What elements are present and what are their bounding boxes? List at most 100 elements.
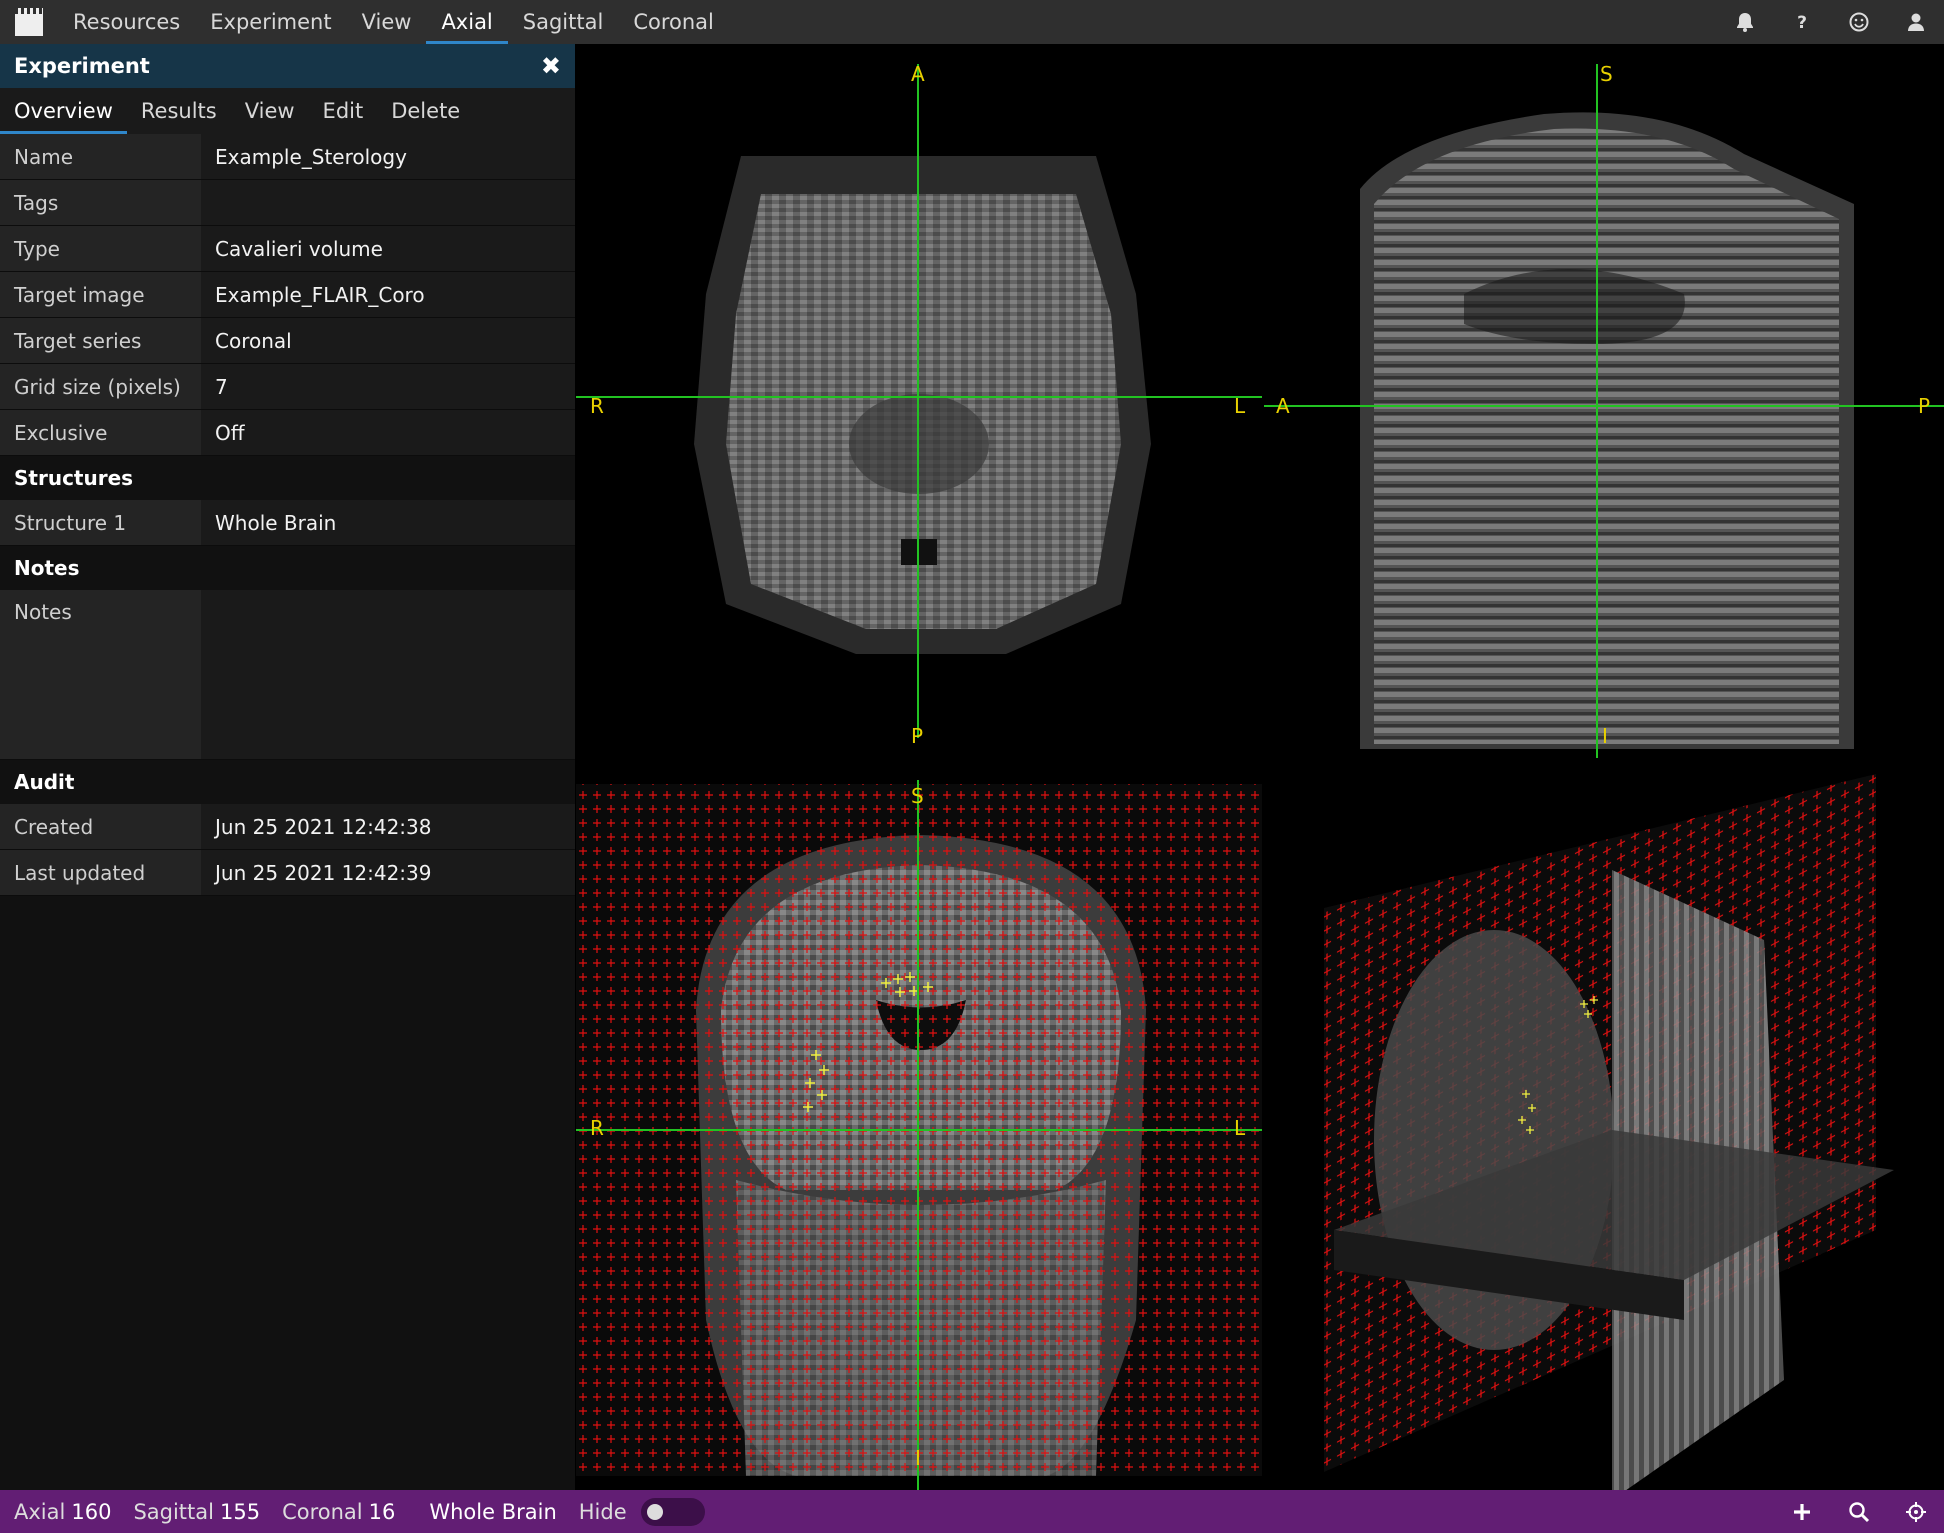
coronal-crosshair-h (576, 1129, 1262, 1131)
add-icon (1793, 1503, 1810, 1520)
panel-title: Experiment (14, 54, 150, 78)
smiley-icon (1849, 12, 1868, 32)
notes-heading: Notes (0, 546, 575, 590)
menu-view[interactable]: View (347, 0, 427, 44)
detail-row-grid-size: Grid size (pixels) 7 (0, 364, 575, 410)
detail-value: Example_FLAIR_Coro (201, 272, 575, 317)
svg-text:?: ? (1797, 13, 1807, 33)
coronal-viewport[interactable]: S I R L (576, 760, 1262, 1490)
notes-row: Notes (0, 590, 575, 760)
structures-heading: Structures (0, 456, 575, 500)
detail-label: Tags (0, 180, 201, 225)
app-logo[interactable] (0, 0, 58, 44)
hide-toggle[interactable] (640, 1497, 705, 1526)
sagittal-crosshair-v (1596, 64, 1598, 758)
audit-value: Jun 25 2021 12:42:39 (201, 850, 575, 895)
add-point-button[interactable] (1773, 1490, 1830, 1533)
tab-edit[interactable]: Edit (309, 88, 378, 134)
coronal-slice-label: Coronal (282, 1499, 363, 1524)
axial-label-left: R (590, 394, 604, 418)
help-icon: ? (1797, 13, 1807, 33)
detail-label: Target image (0, 272, 201, 317)
volume-3d-viewport[interactable] (1264, 760, 1944, 1490)
tab-results[interactable]: Results (127, 88, 231, 134)
zoom-button[interactable] (1830, 1490, 1887, 1533)
sagittal-image (1360, 112, 1854, 750)
panel-tabs: Overview Results View Edit Delete (0, 88, 575, 134)
feedback-button[interactable] (1830, 0, 1887, 44)
notes-label: Notes (0, 590, 201, 759)
audit-label: Last updated (0, 850, 201, 895)
tab-view[interactable]: View (231, 88, 309, 134)
notes-value (201, 590, 575, 759)
notifications-button[interactable] (1716, 0, 1773, 44)
detail-value: Example_Sterology (201, 134, 575, 179)
coronal-image (576, 784, 1262, 1476)
coronal-label-bottom: I (915, 1446, 921, 1470)
detail-row-target-image: Target image Example_FLAIR_Coro (0, 272, 575, 318)
menu-experiment[interactable]: Experiment (195, 0, 346, 44)
coronal-crosshair-v (917, 780, 919, 1490)
sagittal-crosshair-h (1264, 405, 1944, 407)
axial-crosshair-v (917, 64, 919, 738)
menu-resources[interactable]: Resources (58, 0, 195, 44)
structure-row[interactable]: Structure 1 Whole Brain (0, 500, 575, 546)
sagittal-slice-label: Sagittal (133, 1499, 214, 1524)
detail-label: Exclusive (0, 410, 201, 455)
current-structure[interactable]: Whole Brain (429, 1500, 556, 1524)
axial-label-top: A (911, 62, 925, 86)
sagittal-label-left: A (1276, 394, 1290, 418)
axial-crosshair-h (576, 396, 1262, 398)
help-button[interactable]: ? (1773, 0, 1830, 44)
sagittal-slice-value: 155 (219, 1499, 261, 1524)
hide-label: Hide (578, 1499, 627, 1524)
axial-slice-value: 160 (71, 1499, 112, 1524)
detail-label: Name (0, 134, 201, 179)
audit-heading: Audit (0, 760, 575, 804)
toggle-knob (646, 1503, 663, 1520)
detail-row-name: Name Example_Sterology (0, 134, 575, 180)
detail-row-type: Type Cavalieri volume (0, 226, 575, 272)
audit-label: Created (0, 804, 201, 849)
sagittal-label-right: P (1918, 394, 1931, 418)
axial-slice-label: Axial (14, 1499, 66, 1524)
close-icon[interactable]: ✖ (541, 52, 561, 80)
structure-value: Whole Brain (201, 500, 575, 545)
audit-row-created: Created Jun 25 2021 12:42:38 (0, 804, 575, 850)
sagittal-label-bottom: I (1602, 724, 1608, 748)
zoom-icon (1848, 1501, 1869, 1522)
detail-value (201, 180, 575, 225)
tab-overview[interactable]: Overview (0, 88, 127, 134)
pan-button[interactable] (1887, 1490, 1944, 1533)
axial-label-right: L (1234, 394, 1246, 418)
audit-row-updated: Last updated Jun 25 2021 12:42:39 (0, 850, 575, 896)
audit-value: Jun 25 2021 12:42:38 (201, 804, 575, 849)
detail-label: Grid size (pixels) (0, 364, 201, 409)
detail-value: 7 (201, 364, 575, 409)
volume-3d-image (1324, 774, 1894, 1490)
structure-label: Structure 1 (0, 500, 201, 545)
menu-axial[interactable]: Axial (426, 0, 508, 44)
menu-sagittal[interactable]: Sagittal (508, 0, 619, 44)
logo-icon (15, 8, 43, 36)
panel-header: Experiment ✖ (0, 44, 575, 88)
coronal-label-right: L (1234, 1116, 1246, 1140)
detail-label: Target series (0, 318, 201, 363)
detail-row-exclusive: Exclusive Off (0, 410, 575, 456)
tab-delete[interactable]: Delete (377, 88, 474, 134)
user-icon (1907, 13, 1924, 31)
user-button[interactable] (1887, 0, 1944, 44)
move-icon (1905, 1501, 1926, 1522)
menu-coronal[interactable]: Coronal (618, 0, 729, 44)
coronal-label-left: R (590, 1116, 604, 1140)
bell-icon (1736, 13, 1753, 32)
detail-label: Type (0, 226, 201, 271)
sagittal-viewport[interactable]: S I A P (1264, 44, 1944, 758)
detail-row-target-series: Target series Coronal (0, 318, 575, 364)
coronal-slice-value: 16 (368, 1499, 396, 1524)
top-menu-bar: Resources Experiment View Axial Sagittal… (0, 0, 1944, 44)
detail-value: Cavalieri volume (201, 226, 575, 271)
axial-label-bottom: P (911, 724, 924, 748)
axial-viewport[interactable]: A P R L (576, 44, 1262, 758)
detail-value: Coronal (201, 318, 575, 363)
